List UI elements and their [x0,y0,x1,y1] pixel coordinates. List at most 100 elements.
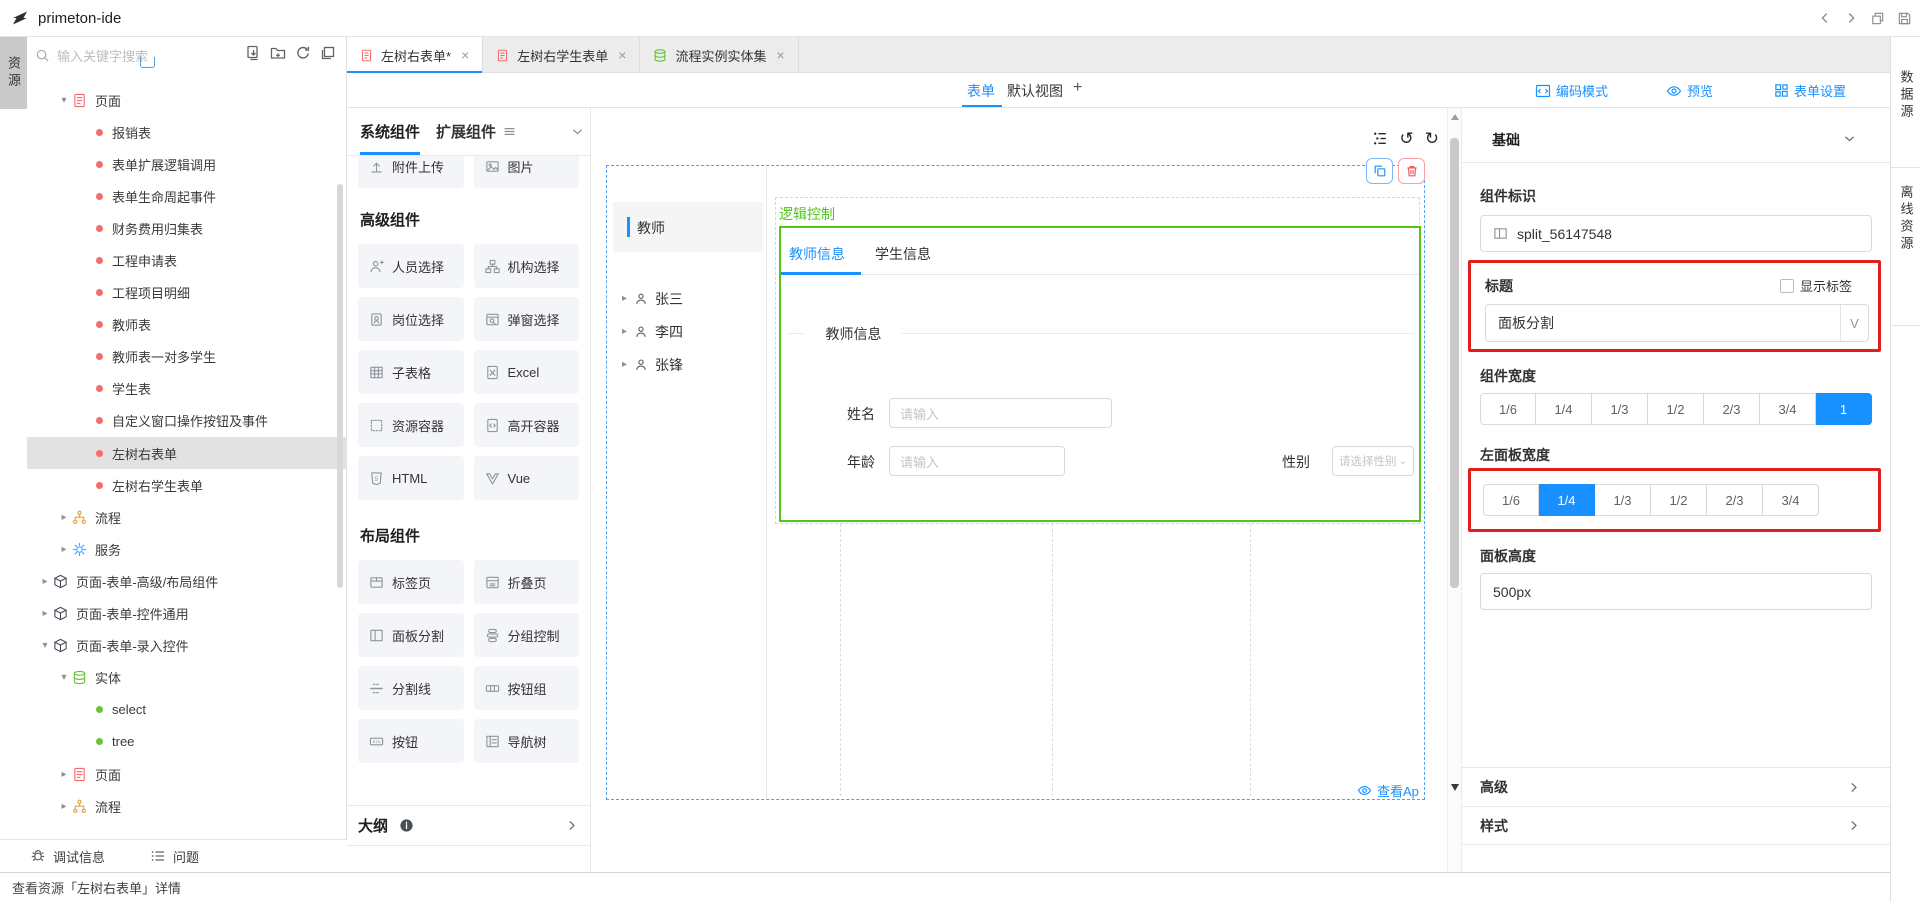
editor-tab-left-tree-form[interactable]: 左树右表单* × [347,37,483,73]
width-option-1-3[interactable]: 1/3 [1592,393,1648,425]
palette-tab-system[interactable]: 系统组件 [360,121,420,142]
scroll-up-icon[interactable] [1451,114,1459,120]
title-input[interactable]: 面板分割 V [1485,304,1869,342]
advanced-section-header[interactable]: 高级 [1462,767,1890,806]
width-option-3-4[interactable]: 3/4 [1760,393,1816,425]
outline-tree-icon[interactable] [1372,130,1389,147]
redo-icon[interactable]: ↻ [1425,130,1439,147]
tree-item[interactable]: tree [27,726,347,758]
form-settings-button[interactable]: 表单设置 [1774,81,1846,100]
tree-item[interactable]: 左树右学生表单 [27,469,347,501]
collapse-arrow-icon[interactable]: ▸ [622,293,627,304]
code-mode-button[interactable]: 编码模式 [1535,81,1608,100]
palette-component-collapse[interactable]: 折叠页 [474,560,580,604]
name-input[interactable]: 请输入 [889,398,1112,428]
palette-component-popup[interactable]: 弹窗选择 [474,297,580,341]
palette-component-btn[interactable]: BTN按钮 [358,719,464,763]
width-option-1-6[interactable]: 1/6 [1480,393,1536,425]
component-id-input[interactable]: split_56147548 [1480,215,1872,252]
delete-component-button[interactable] [1398,158,1425,184]
width-option-1-3[interactable]: 1/3 [1595,484,1651,516]
palette-component-split[interactable]: 面板分割 [358,613,464,657]
tree-item[interactable]: ▸服务 [27,533,347,565]
add-view-button[interactable]: + [1073,79,1082,97]
expand-arrow-icon[interactable]: ▾ [56,95,72,106]
scroll-down-icon[interactable] [1451,784,1459,791]
nav-back-icon[interactable] [1818,11,1832,25]
split-divider[interactable] [766,166,767,799]
palette-tab-extend[interactable]: 扩展组件 [436,121,496,142]
tree-item[interactable]: 教师表一对多学生 [27,341,347,373]
width-option-1-6[interactable]: 1/6 [1483,484,1539,516]
view-api-link[interactable]: 查看Ap [1357,781,1419,800]
collapse-arrow-icon[interactable]: ▸ [622,326,627,337]
activity-tab-resources[interactable]: 资源 [0,37,27,109]
palette-menu-icon[interactable] [503,125,516,138]
palette-component-upload[interactable]: 附件上传 [358,156,464,188]
palette-component-org[interactable]: 机构选择 [474,244,580,288]
editor-tab-process-entity-set[interactable]: 流程实例实体集 × [640,37,798,73]
editor-tab-left-tree-student-form[interactable]: 左树右学生表单 × [483,37,640,73]
tree-item[interactable]: ▸流程 [27,790,347,822]
palette-component-vue[interactable]: Vue [474,456,580,500]
basic-section-header[interactable]: 基础 [1462,108,1890,163]
design-canvas[interactable]: ↺ ↻ 教师 ▸ 张三 ▸ 李四 ▸ [591,108,1447,872]
collapse-arrow-icon[interactable]: ▸ [622,359,627,370]
collapse-all-icon[interactable] [320,45,336,61]
collapse-arrow-icon[interactable]: ▸ [56,544,72,555]
style-section-header[interactable]: 样式 [1462,806,1890,845]
tree-item[interactable]: 表单生命周起事件 [27,180,347,212]
variable-suffix-button[interactable]: V [1840,305,1868,341]
palette-component-code-file[interactable]: 高开容器 [474,403,580,447]
collapse-arrow-icon[interactable]: ▸ [37,608,53,619]
tree-item[interactable]: ▾页面-表单-录入控件 [27,630,347,662]
tab-form[interactable]: 表单 [967,81,995,101]
canvas-scrollbar[interactable] [1447,108,1462,872]
panel-height-input[interactable]: 500px [1480,573,1872,610]
nav-forward-icon[interactable] [1844,11,1858,25]
tree-item[interactable]: ▸流程 [27,501,347,533]
preview-button[interactable]: 预览 [1666,81,1713,100]
width-option-2-3[interactable]: 2/3 [1707,484,1763,516]
width-option-1[interactable]: 1 [1816,393,1872,425]
palette-component-tabpage[interactable]: 标签页 [358,560,464,604]
tree-item[interactable]: 自定义窗口操作按钮及事件 [27,405,347,437]
tree-item[interactable]: 教师表 [27,309,347,341]
undo-icon[interactable]: ↺ [1400,130,1414,147]
palette-component-post[interactable]: 岗位选择 [358,297,464,341]
palette-component-person-plus[interactable]: 人员选择 [358,244,464,288]
palette-component-excel[interactable]: Excel [474,350,580,394]
expand-arrow-icon[interactable]: ▾ [56,672,72,683]
tree-item[interactable]: 工程项目明细 [27,277,347,309]
palette-component-table[interactable]: 子表格 [358,350,464,394]
collapse-arrow-icon[interactable]: ▸ [56,512,72,523]
new-window-icon[interactable] [1870,11,1885,26]
collapse-arrow-icon[interactable]: ▸ [37,576,53,587]
palette-component-navtree[interactable]: 导航树 [474,719,580,763]
tree-item[interactable]: ▾页面 [27,84,347,116]
tree-item[interactable]: ▾实体 [27,662,347,694]
width-option-1-2[interactable]: 1/2 [1651,484,1707,516]
teacher-tree-item[interactable]: ▸ 张三 [613,282,763,315]
width-option-3-4[interactable]: 3/4 [1763,484,1819,516]
datasource-tab[interactable]: 数据源 [1891,70,1920,121]
tree-item[interactable]: ▸页面-表单-高级/布局组件 [27,565,347,597]
import-resource-icon[interactable] [245,45,261,61]
palette-component-image[interactable]: 图片 [474,156,580,188]
scrollbar-thumb[interactable] [1450,138,1459,588]
tab-default-view[interactable]: 默认视图 [1007,81,1063,101]
palette-component-groupctl[interactable]: 分组控制 [474,613,580,657]
tree-item[interactable]: ▸页面-表单-控件通用 [27,598,347,630]
close-icon[interactable]: × [461,47,469,63]
close-icon[interactable]: × [618,47,626,63]
tree-item[interactable]: 表单扩展逻辑调用 [27,148,347,180]
copy-component-button[interactable] [1366,158,1393,184]
gender-select[interactable]: 请选择性别 ⌄ [1332,446,1414,476]
palette-component-btn-group[interactable]: 按钮组 [474,666,580,710]
show-label-checkbox[interactable] [1780,279,1794,293]
palette-component-html[interactable]: 5HTML [358,456,464,500]
palette-collapse-icon[interactable] [571,125,584,138]
outline-panel-header[interactable]: 大纲 [347,805,590,846]
age-input[interactable]: 请输入 [889,446,1065,476]
expand-arrow-icon[interactable]: ▾ [37,640,53,651]
